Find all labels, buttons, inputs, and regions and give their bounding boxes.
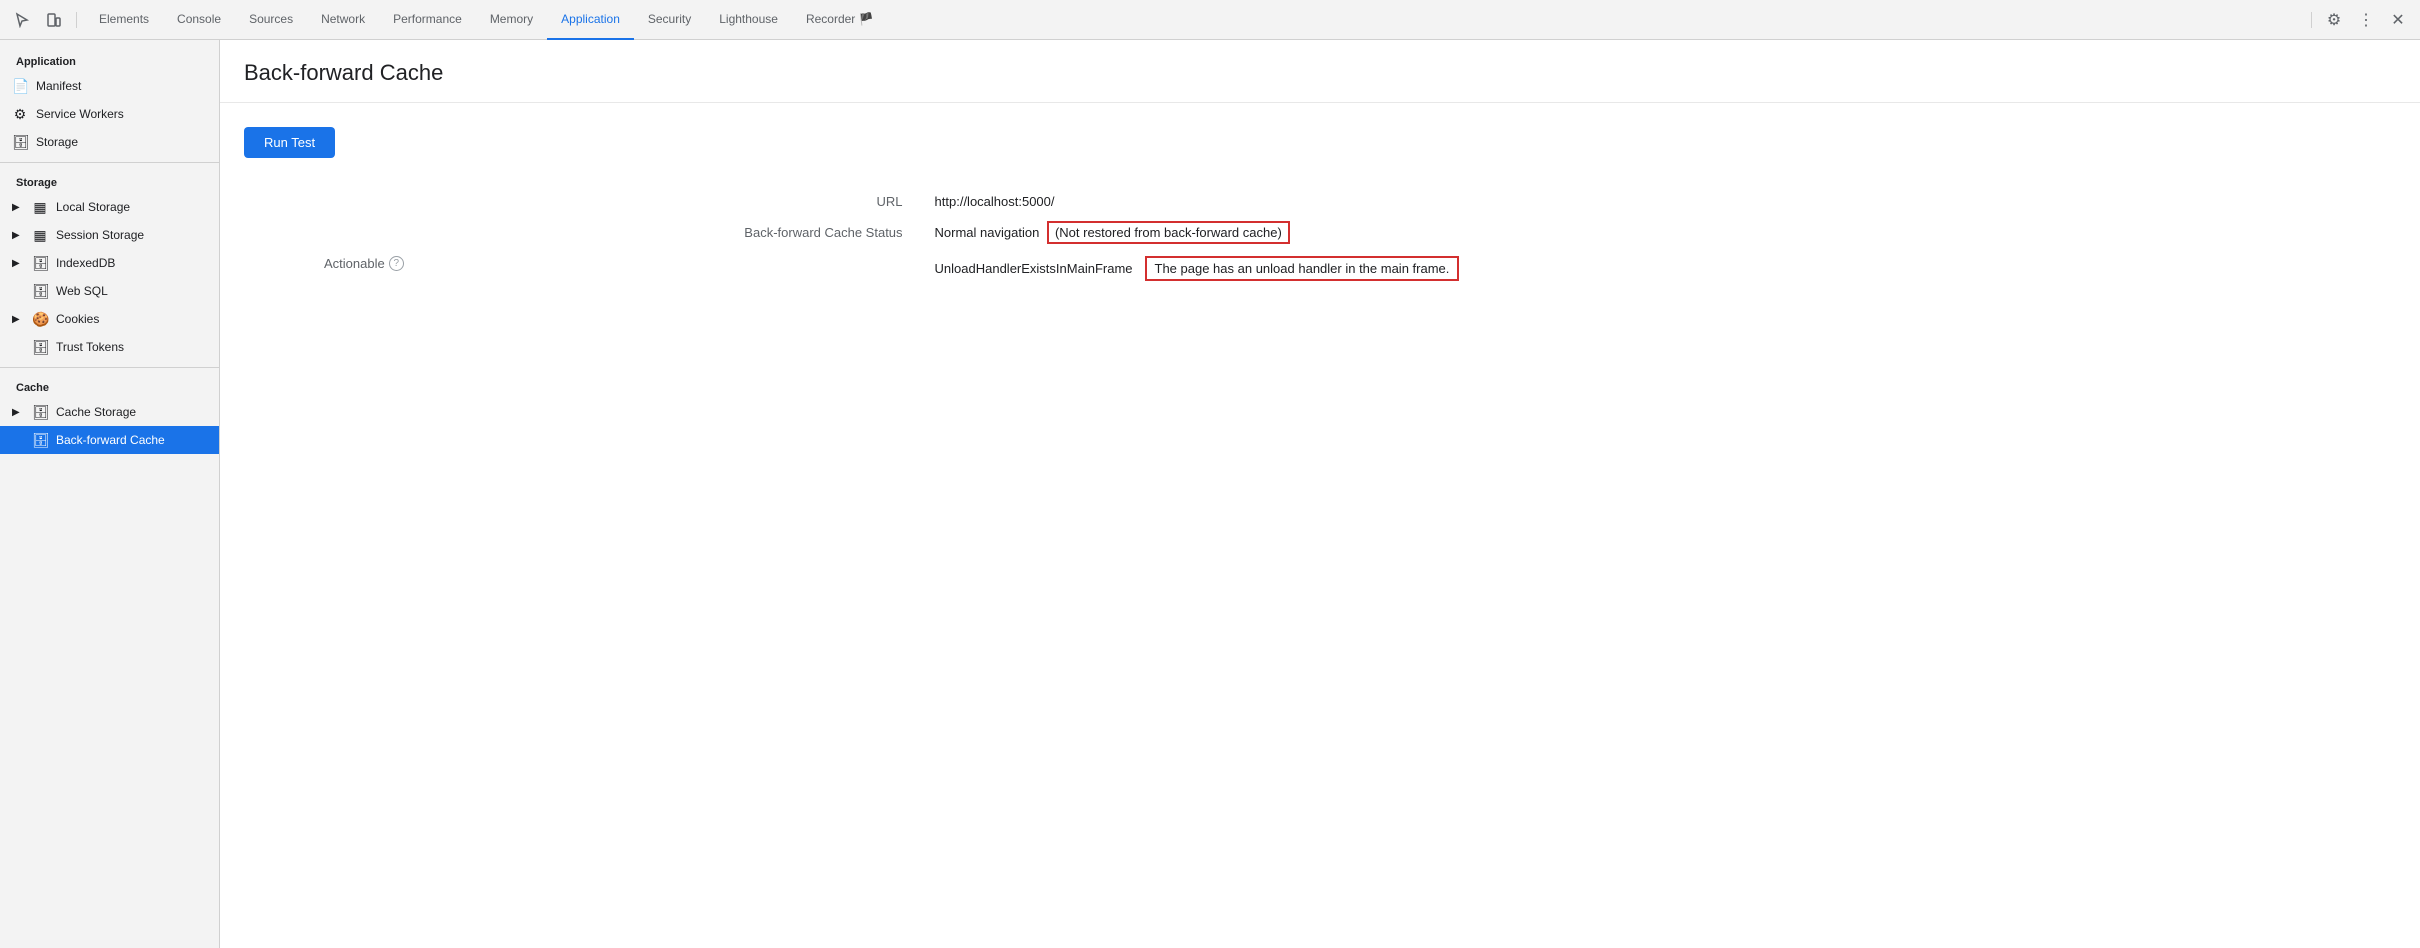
sidebar-item-session-storage-label: Session Storage bbox=[56, 228, 144, 242]
service-workers-icon: ⚙ bbox=[12, 106, 28, 123]
sidebar-item-cache-storage-label: Cache Storage bbox=[56, 405, 136, 419]
toolbar-separator-1 bbox=[76, 12, 77, 28]
tab-sources[interactable]: Sources bbox=[235, 0, 307, 40]
local-storage-icon: ▦ bbox=[32, 199, 48, 216]
manifest-icon: 📄 bbox=[12, 78, 28, 95]
expand-arrow-cache-storage: ▶ bbox=[12, 407, 24, 418]
page-title: Back-forward Cache bbox=[244, 60, 2396, 86]
status-label: Back-forward Cache Status bbox=[244, 217, 919, 248]
trust-tokens-icon: 🗄 bbox=[32, 339, 48, 356]
cookies-icon: 🍪 bbox=[32, 311, 48, 328]
sidebar-item-indexeddb[interactable]: ▶ 🗄 IndexedDB bbox=[0, 249, 219, 277]
storage-app-icon: 🗄 bbox=[12, 134, 28, 151]
devtools-toolbar: Elements Console Sources Network Perform… bbox=[0, 0, 2420, 40]
tab-application[interactable]: Application bbox=[547, 0, 634, 40]
info-table: URL http://localhost:5000/ Back-forward … bbox=[244, 186, 2396, 289]
settings-button[interactable]: ⚙ bbox=[2320, 6, 2348, 34]
content-area: Back-forward Cache Run Test URL http://l… bbox=[220, 40, 2420, 948]
tab-recorder[interactable]: Recorder 🏴 bbox=[792, 0, 888, 40]
url-text: http://localhost:5000/ bbox=[935, 194, 1055, 209]
inspect-element-button[interactable] bbox=[8, 6, 36, 34]
actionable-label-text: Actionable bbox=[324, 256, 385, 271]
sidebar-item-back-forward-cache-label: Back-forward Cache bbox=[56, 433, 165, 447]
main-layout: Application 📄 Manifest ⚙ Service Workers… bbox=[0, 40, 2420, 948]
expand-arrow-indexeddb: ▶ bbox=[12, 258, 24, 269]
url-label: URL bbox=[244, 186, 919, 217]
sidebar-section-cache: Cache bbox=[0, 374, 219, 398]
tab-memory[interactable]: Memory bbox=[476, 0, 547, 40]
actionable-row: Actionable ? UnloadHandlerExistsInMainFr… bbox=[244, 248, 2396, 289]
sidebar-item-local-storage[interactable]: ▶ ▦ Local Storage bbox=[0, 193, 219, 221]
tab-console[interactable]: Console bbox=[163, 0, 235, 40]
sidebar-item-storage-app-label: Storage bbox=[36, 135, 78, 149]
sidebar-item-cache-storage[interactable]: ▶ 🗄 Cache Storage bbox=[0, 398, 219, 426]
status-value: Normal navigation (Not restored from bac… bbox=[919, 217, 2396, 248]
content-header: Back-forward Cache bbox=[220, 40, 2420, 103]
actionable-message-box: The page has an unload handler in the ma… bbox=[1145, 256, 1460, 281]
sidebar-item-manifest[interactable]: 📄 Manifest bbox=[0, 72, 219, 100]
tab-lighthouse[interactable]: Lighthouse bbox=[705, 0, 792, 40]
run-test-button[interactable]: Run Test bbox=[244, 127, 335, 158]
sidebar-item-manifest-label: Manifest bbox=[36, 79, 81, 93]
more-options-button[interactable]: ⋮ bbox=[2352, 6, 2380, 34]
tab-security[interactable]: Security bbox=[634, 0, 705, 40]
toolbar-right: ⚙ ⋮ ✕ bbox=[2307, 6, 2412, 34]
sidebar-item-web-sql[interactable]: ▶ 🗄 Web SQL bbox=[0, 277, 219, 305]
sidebar: Application 📄 Manifest ⚙ Service Workers… bbox=[0, 40, 220, 948]
sidebar-item-trust-tokens-label: Trust Tokens bbox=[56, 340, 124, 354]
status-boxed-text: (Not restored from back-forward cache) bbox=[1047, 221, 1290, 244]
actionable-value: UnloadHandlerExistsInMainFrame The page … bbox=[919, 248, 2396, 289]
sidebar-item-web-sql-label: Web SQL bbox=[56, 284, 108, 298]
toolbar-tabs: Elements Console Sources Network Perform… bbox=[85, 0, 2303, 40]
expand-arrow-cookies: ▶ bbox=[12, 314, 24, 325]
actionable-code-text: UnloadHandlerExistsInMainFrame bbox=[935, 261, 1133, 276]
sidebar-item-back-forward-cache[interactable]: ▶ 🗄 Back-forward Cache bbox=[0, 426, 219, 454]
sidebar-item-cookies[interactable]: ▶ 🍪 Cookies bbox=[0, 305, 219, 333]
sidebar-item-indexeddb-label: IndexedDB bbox=[56, 256, 115, 270]
tab-network[interactable]: Network bbox=[307, 0, 379, 40]
tab-performance[interactable]: Performance bbox=[379, 0, 476, 40]
sidebar-item-service-workers[interactable]: ⚙ Service Workers bbox=[0, 100, 219, 128]
indexeddb-icon: 🗄 bbox=[32, 255, 48, 272]
url-value: http://localhost:5000/ bbox=[919, 186, 2396, 217]
tab-elements[interactable]: Elements bbox=[85, 0, 163, 40]
session-storage-icon: ▦ bbox=[32, 227, 48, 244]
actionable-label: Actionable ? bbox=[244, 248, 919, 289]
sidebar-section-application: Application bbox=[0, 48, 219, 72]
content-body: Run Test URL http://localhost:5000/ Back… bbox=[220, 103, 2420, 313]
device-toolbar-button[interactable] bbox=[40, 6, 68, 34]
web-sql-icon: 🗄 bbox=[32, 283, 48, 300]
help-icon[interactable]: ? bbox=[389, 256, 404, 271]
status-normal-text: Normal navigation bbox=[935, 225, 1040, 240]
sidebar-section-storage: Storage bbox=[0, 169, 219, 193]
status-row: Back-forward Cache Status Normal navigat… bbox=[244, 217, 2396, 248]
sidebar-item-local-storage-label: Local Storage bbox=[56, 200, 130, 214]
sidebar-divider-1 bbox=[0, 162, 219, 163]
expand-arrow-session-storage: ▶ bbox=[12, 230, 24, 241]
sidebar-item-trust-tokens[interactable]: ▶ 🗄 Trust Tokens bbox=[0, 333, 219, 361]
toolbar-separator-2 bbox=[2311, 12, 2312, 28]
expand-arrow-local-storage: ▶ bbox=[12, 202, 24, 213]
url-row: URL http://localhost:5000/ bbox=[244, 186, 2396, 217]
sidebar-divider-2 bbox=[0, 367, 219, 368]
cache-storage-icon: 🗄 bbox=[32, 404, 48, 421]
sidebar-item-cookies-label: Cookies bbox=[56, 312, 99, 326]
close-devtools-button[interactable]: ✕ bbox=[2384, 6, 2412, 34]
back-forward-cache-icon: 🗄 bbox=[32, 432, 48, 449]
sidebar-item-storage-app[interactable]: 🗄 Storage bbox=[0, 128, 219, 156]
sidebar-item-service-workers-label: Service Workers bbox=[36, 107, 124, 121]
sidebar-item-session-storage[interactable]: ▶ ▦ Session Storage bbox=[0, 221, 219, 249]
